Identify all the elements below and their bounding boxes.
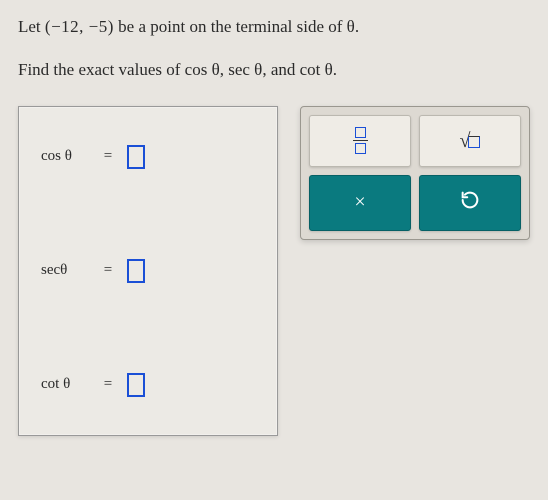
comma1: , [220, 60, 229, 79]
content-area: cos θ = secθ = cot θ = [18, 106, 530, 436]
label-cot: cot θ [41, 376, 89, 393]
answer-row-cot: cot θ = [41, 373, 255, 397]
and-text: , and [262, 60, 299, 79]
input-cos[interactable] [127, 145, 145, 169]
equals-sign: = [99, 376, 117, 393]
instruction-text: Find the exact values of [18, 60, 185, 79]
tool-panel: √ × [300, 106, 530, 240]
tool-row-2: × [309, 175, 521, 231]
undo-button[interactable] [419, 175, 521, 231]
sqrt-icon: √ [460, 131, 481, 151]
equals-sign: = [99, 262, 117, 279]
func-cot: cot θ [300, 60, 333, 79]
times-icon: × [354, 191, 365, 214]
answer-row-cos: cos θ = [41, 145, 255, 169]
period: . [355, 17, 359, 36]
clear-button[interactable]: × [309, 175, 411, 231]
tool-row-1: √ [309, 115, 521, 167]
answer-panel: cos θ = secθ = cot θ = [18, 106, 278, 436]
period2: . [333, 60, 337, 79]
theta-symbol: θ [347, 17, 355, 36]
text-suffix: be a point on the terminal side of [114, 17, 347, 36]
sqrt-button[interactable]: √ [419, 115, 521, 167]
text-prefix: Let [18, 17, 45, 36]
undo-icon [459, 189, 481, 216]
point-value: (−12, −5) [45, 17, 114, 36]
input-sec[interactable] [127, 259, 145, 283]
input-cot[interactable] [127, 373, 145, 397]
problem-line-2: Find the exact values of cos θ, sec θ, a… [18, 60, 530, 80]
answer-row-sec: secθ = [41, 259, 255, 283]
fraction-button[interactable] [309, 115, 411, 167]
label-sec: secθ [41, 262, 89, 279]
fraction-icon [353, 127, 368, 155]
label-cos: cos θ [41, 148, 89, 165]
problem-line-1: Let (−12, −5) be a point on the terminal… [18, 14, 530, 40]
func-sec: sec θ [228, 60, 262, 79]
equals-sign: = [99, 148, 117, 165]
func-cos: cos θ [185, 60, 220, 79]
